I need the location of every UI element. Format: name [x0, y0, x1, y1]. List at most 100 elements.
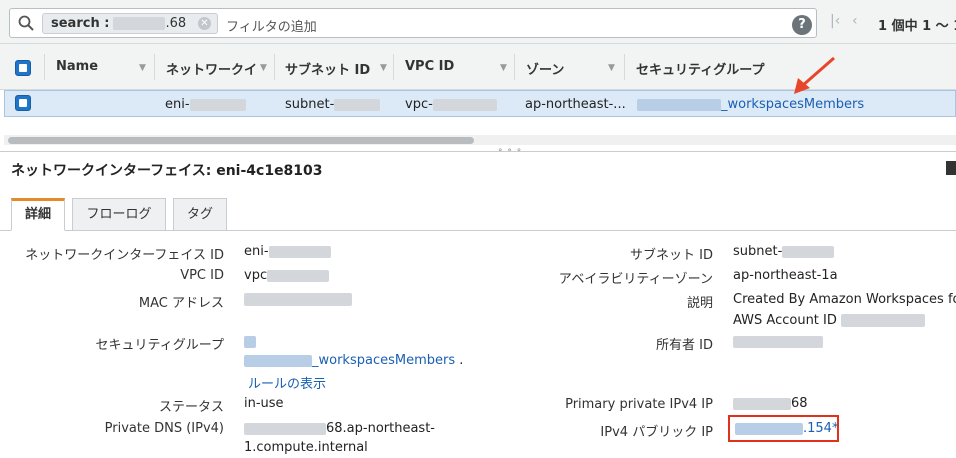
- help-circle-icon[interactable]: ?: [792, 15, 812, 35]
- eni-id-prefix: eni-: [244, 244, 269, 259]
- filter-search-box[interactable]: search : .68 ✕ フィルタの追加: [9, 8, 817, 38]
- security-group-link[interactable]: _workspacesMembers .: [244, 353, 463, 368]
- private-dns-label: Private DNS (IPv4): [104, 421, 224, 436]
- vpc-id-value: vpc: [244, 268, 330, 283]
- chevron-down-icon[interactable]: ▼: [500, 63, 507, 73]
- column-separator: [514, 54, 515, 80]
- chevron-down-icon[interactable]: ▼: [139, 63, 146, 73]
- column-header-security-group[interactable]: セキュリティグループ: [636, 59, 764, 78]
- public-ip-label: IPv4 パブリック IP: [600, 425, 713, 440]
- redacted-name: [637, 98, 721, 111]
- column-separator: [44, 54, 45, 80]
- chevron-down-icon[interactable]: ▼: [608, 63, 615, 73]
- redacted-ip: [733, 397, 791, 410]
- pane-toggle-icon[interactable]: [946, 161, 956, 175]
- redacted-account-id: [841, 314, 926, 327]
- cell-vpc-prefix: vpc-: [405, 97, 433, 112]
- column-header-network-interface[interactable]: ネットワークイ: [166, 59, 257, 78]
- column-header-name[interactable]: Name: [56, 59, 98, 74]
- vpc-id-prefix: vpc: [244, 268, 268, 283]
- detail-title: ネットワークインターフェイス: eni-4c1e8103: [11, 163, 323, 179]
- add-filter-placeholder[interactable]: フィルタの追加: [226, 16, 317, 35]
- column-separator: [393, 54, 394, 80]
- redacted-id: [334, 98, 381, 111]
- view-rules-link[interactable]: ルールの表示: [248, 373, 326, 392]
- tab-tags[interactable]: タグ: [173, 198, 227, 231]
- row-checkbox[interactable]: [15, 95, 31, 111]
- redacted-id: [267, 269, 330, 282]
- chevron-down-icon[interactable]: ▼: [260, 63, 267, 73]
- status-value: in-use: [244, 396, 284, 411]
- tab-details[interactable]: 詳細: [11, 198, 65, 231]
- availability-zone-label: アベイラビリティーゾーン: [558, 272, 713, 287]
- redacted-id: [782, 245, 835, 258]
- description-account-label: AWS Account ID: [733, 313, 837, 328]
- primary-private-ip-value: 68: [733, 396, 808, 411]
- pager-first-icon[interactable]: |‹: [830, 13, 840, 29]
- private-dns-line1: 68.ap-northeast-: [326, 421, 435, 436]
- cell-subnet-prefix: subnet-: [285, 97, 335, 112]
- redacted-ip: [113, 17, 166, 30]
- owner-id-label: 所有者 ID: [656, 338, 713, 353]
- select-all-checkbox[interactable]: [15, 60, 31, 76]
- description-line1: Created By Amazon Workspaces for: [733, 292, 956, 307]
- chevron-down-icon[interactable]: ▼: [380, 63, 387, 73]
- column-header-vpc-id[interactable]: VPC ID: [405, 59, 454, 74]
- mac-address-label: MAC アドレス: [138, 296, 224, 311]
- cell-zone: ap-northeast-...: [525, 97, 626, 112]
- status-label: ステータス: [158, 400, 224, 415]
- annotation-highlight-box: [728, 415, 839, 442]
- filter-token-suffix: .68: [165, 16, 187, 31]
- redacted-name: [244, 354, 312, 367]
- cell-security-group-suffix[interactable]: _workspacesMembers: [721, 97, 864, 112]
- security-group-link-suffix[interactable]: _workspacesMembers: [312, 353, 455, 368]
- close-circle-icon[interactable]: ✕: [198, 17, 211, 30]
- cell-network-interface: eni-: [165, 97, 246, 112]
- redacted-id: [268, 245, 331, 258]
- cell-eni-prefix: eni-: [165, 97, 190, 112]
- subnet-id-prefix: subnet-: [733, 244, 783, 259]
- security-group-value: [244, 334, 256, 349]
- column-separator: [154, 54, 155, 80]
- redacted-name: [244, 335, 256, 348]
- red-arrow-icon: [794, 56, 835, 94]
- pane-divider: [0, 151, 956, 152]
- primary-private-ip-suffix: 68: [791, 396, 808, 411]
- pane-resize-handle[interactable]: ° ° °: [498, 148, 522, 158]
- redacted-owner-id: [733, 335, 823, 348]
- description-label: 説明: [686, 296, 713, 311]
- private-dns-value: 68.ap-northeast-: [244, 421, 435, 436]
- redacted-host: [244, 422, 326, 435]
- subnet-id-label: サブネット ID: [630, 248, 713, 263]
- column-separator: [274, 54, 275, 80]
- tab-flow-logs[interactable]: フローログ: [72, 198, 166, 231]
- filter-token-key: search :: [51, 16, 110, 31]
- mac-address-value: [244, 292, 352, 307]
- eni-id-label: ネットワークインターフェイス ID: [25, 248, 224, 263]
- pager-count: 1 個中 1 〜 1: [878, 19, 956, 34]
- column-header-zone[interactable]: ゾーン: [526, 59, 564, 78]
- security-group-dot: .: [459, 353, 464, 368]
- cell-security-group-link[interactable]: _workspacesMembers: [637, 97, 864, 112]
- column-header-subnet-id[interactable]: サブネット ID: [285, 59, 370, 78]
- security-group-label: セキュリティグループ: [95, 338, 224, 353]
- description-line2: AWS Account ID: [733, 313, 926, 328]
- availability-zone-value: ap-northeast-1a: [733, 268, 838, 283]
- pager-prev-icon[interactable]: ‹: [852, 13, 858, 29]
- filter-toolbar: search : .68 ✕ フィルタの追加 ? |‹ ‹ 1 個中 1 〜 1: [0, 0, 956, 44]
- owner-id-value: [733, 334, 823, 349]
- cell-vpc-id: vpc-: [405, 97, 497, 112]
- column-separator: [624, 54, 625, 80]
- search-icon: [18, 15, 34, 31]
- vpc-id-label: VPC ID: [180, 268, 224, 283]
- primary-private-ip-label: Primary private IPv4 IP: [565, 397, 713, 412]
- redacted-id: [432, 98, 497, 111]
- filter-token[interactable]: search : .68 ✕: [42, 13, 218, 34]
- subnet-id-value: subnet-: [733, 244, 835, 259]
- cell-subnet-id: subnet-: [285, 97, 381, 112]
- scrollbar-thumb[interactable]: [8, 137, 474, 144]
- redacted-id: [189, 98, 246, 111]
- private-dns-line2: 1.compute.internal: [244, 440, 368, 455]
- eni-id-value: eni-: [244, 244, 331, 259]
- redacted-mac: [244, 293, 352, 306]
